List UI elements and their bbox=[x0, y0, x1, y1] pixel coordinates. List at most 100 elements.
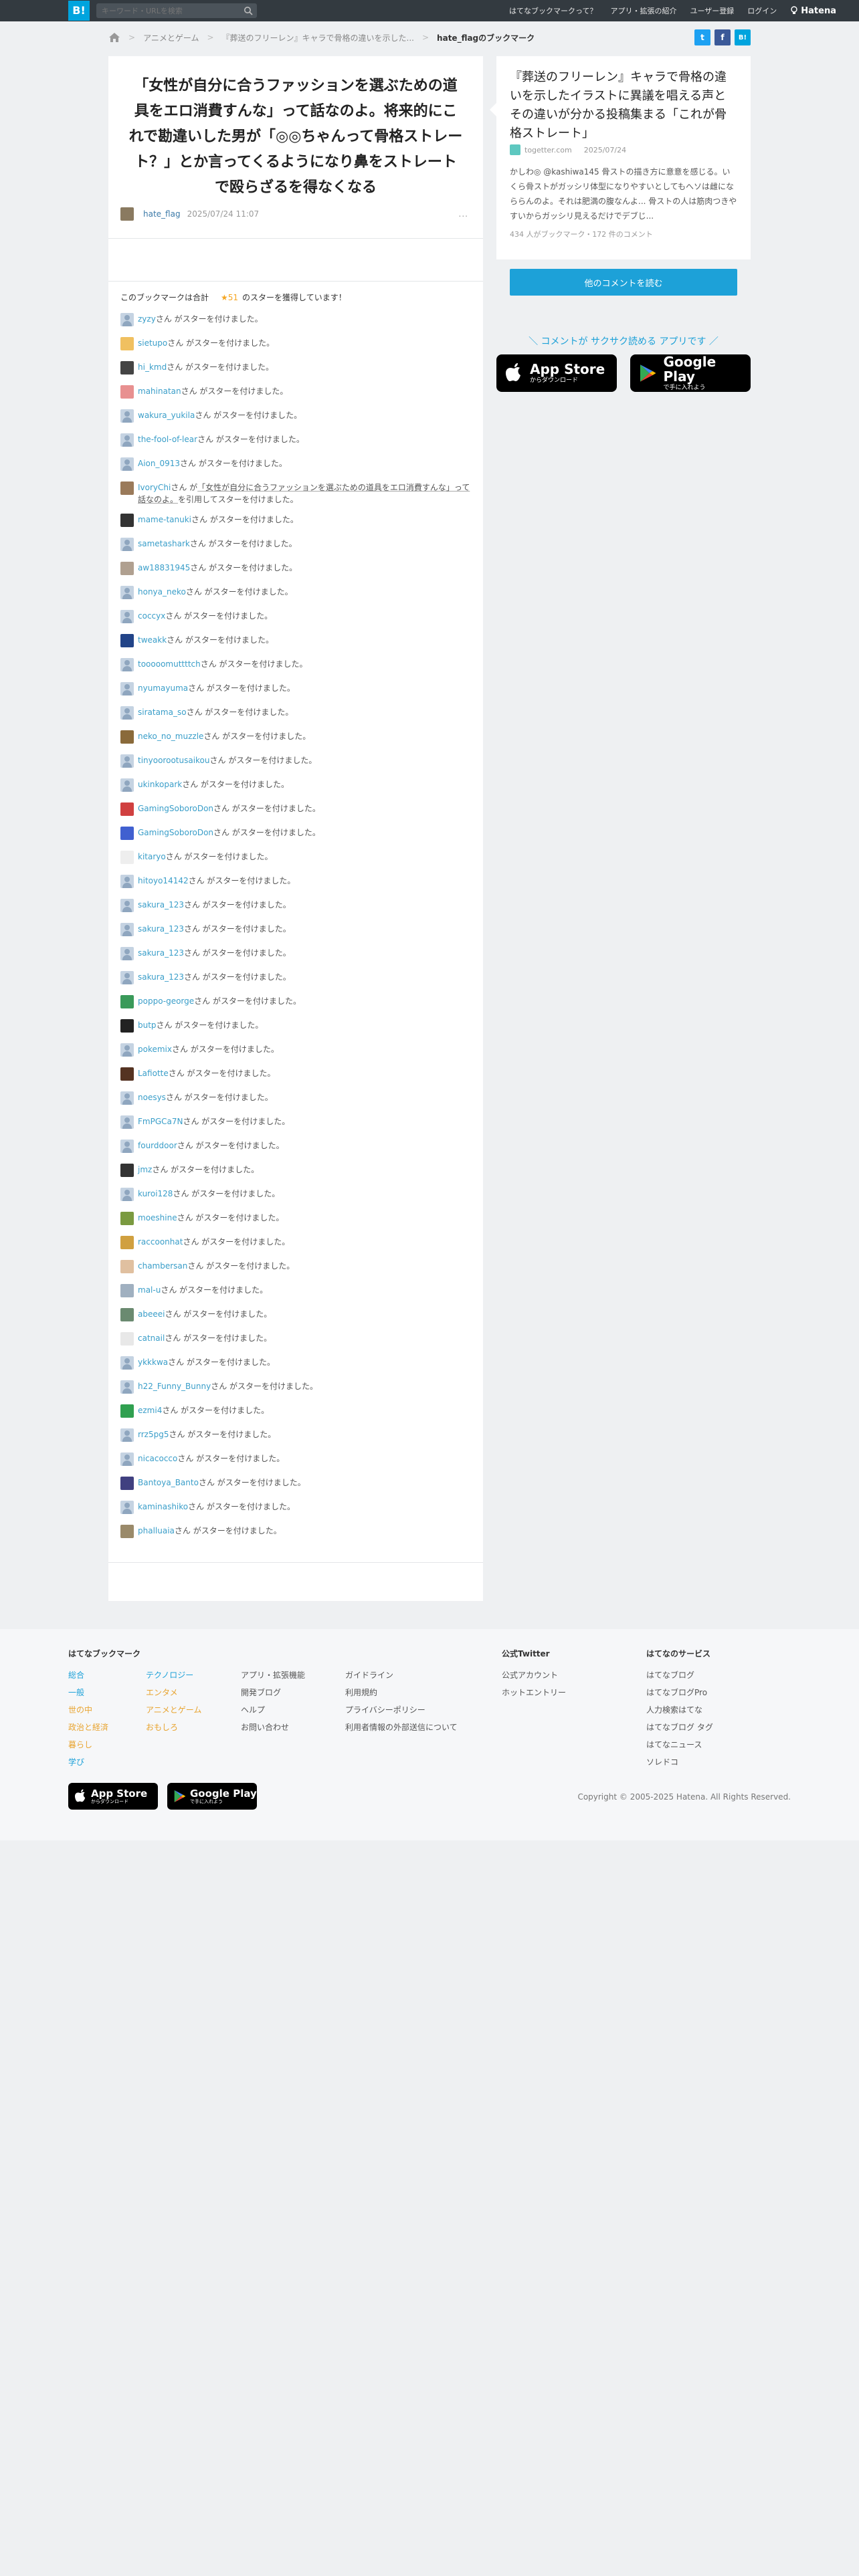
footer-link[interactable]: 公式アカウント bbox=[502, 1667, 566, 1684]
facebook-share-icon[interactable]: f bbox=[714, 29, 731, 45]
star-user-avatar[interactable] bbox=[120, 1067, 134, 1081]
star-user-avatar[interactable] bbox=[120, 634, 134, 647]
star-user-avatar[interactable] bbox=[120, 1043, 134, 1057]
star-user-avatar[interactable] bbox=[120, 923, 134, 936]
entry-domain[interactable]: togetter.com bbox=[524, 146, 572, 154]
user-avatar[interactable] bbox=[120, 207, 134, 221]
entry-counts[interactable]: 434 人がブックマーク・172 件のコメント bbox=[510, 229, 653, 239]
star-user-name[interactable]: sakura_123 bbox=[138, 900, 184, 909]
star-user-avatar[interactable] bbox=[120, 851, 134, 864]
footer-link[interactable]: はてなブログ タグ bbox=[646, 1719, 713, 1736]
star-user-avatar[interactable] bbox=[120, 361, 134, 374]
star-user-name[interactable]: h22_Funny_Bunny bbox=[138, 1382, 211, 1391]
star-user-avatar[interactable] bbox=[120, 1428, 134, 1442]
star-user-name[interactable]: Aion_0913 bbox=[138, 459, 180, 468]
star-user-avatar[interactable] bbox=[120, 538, 134, 551]
star-user-name[interactable]: fourddoor bbox=[138, 1141, 177, 1150]
star-user-name[interactable]: poppo-george bbox=[138, 996, 194, 1006]
nav-apps[interactable]: アプリ・拡張の紹介 bbox=[611, 5, 677, 16]
star-user-avatar[interactable] bbox=[120, 409, 134, 423]
star-user-name[interactable]: mahinatan bbox=[138, 387, 181, 396]
star-user-avatar[interactable] bbox=[120, 1091, 134, 1105]
footer-link[interactable]: アニメとゲーム bbox=[146, 1701, 201, 1719]
star-user-name[interactable]: hi_kmd bbox=[138, 362, 167, 372]
star-user-name[interactable]: tweakk bbox=[138, 635, 167, 645]
footer-app-store-button[interactable]: App Store からダウンロード bbox=[68, 1783, 158, 1810]
star-user-avatar[interactable] bbox=[120, 658, 134, 671]
star-user-name[interactable]: ezmi4 bbox=[138, 1406, 162, 1415]
star-user-name[interactable]: raccoonhat bbox=[138, 1237, 183, 1247]
hatena-brand[interactable]: Hatena bbox=[790, 6, 836, 16]
star-user-avatar[interactable] bbox=[120, 778, 134, 792]
star-user-avatar[interactable] bbox=[120, 481, 134, 495]
footer-link[interactable]: 利用規約 bbox=[345, 1684, 458, 1701]
star-user-avatar[interactable] bbox=[120, 1356, 134, 1370]
star-user-name[interactable]: nicacocco bbox=[138, 1454, 177, 1463]
star-user-avatar[interactable] bbox=[120, 682, 134, 695]
star-user-avatar[interactable] bbox=[120, 1453, 134, 1466]
footer-link[interactable]: プライバシーポリシー bbox=[345, 1701, 458, 1719]
entry-title[interactable]: 『葬送のフリーレン』キャラで骨格の違いを示したイラストに異議を唱える声とその違い… bbox=[496, 56, 751, 140]
star-user-avatar[interactable] bbox=[120, 1188, 134, 1201]
star-user-avatar[interactable] bbox=[120, 899, 134, 912]
footer-link[interactable]: はてなブログPro bbox=[646, 1684, 713, 1701]
star-user-avatar[interactable] bbox=[120, 1236, 134, 1249]
star-user-name[interactable]: chambersan bbox=[138, 1261, 187, 1271]
hatebu-share-icon[interactable]: B! bbox=[735, 29, 751, 45]
footer-link[interactable]: テクノロジー bbox=[146, 1667, 201, 1684]
footer-link[interactable]: 政治と経済 bbox=[68, 1719, 140, 1736]
star-user-name[interactable]: aw18831945 bbox=[138, 563, 190, 572]
star-user-name[interactable]: abeeei bbox=[138, 1309, 165, 1319]
star-user-avatar[interactable] bbox=[120, 1308, 134, 1321]
star-user-name[interactable]: noesys bbox=[138, 1093, 166, 1102]
star-user-name[interactable]: kaminashiko bbox=[138, 1502, 188, 1511]
star-user-avatar[interactable] bbox=[120, 1164, 134, 1177]
star-user-name[interactable]: tinyoorootusaikou bbox=[138, 756, 210, 765]
star-user-avatar[interactable] bbox=[120, 313, 134, 326]
star-user-name[interactable]: sakura_123 bbox=[138, 972, 184, 982]
star-user-avatar[interactable] bbox=[120, 586, 134, 599]
star-user-name[interactable]: tooooomuttttch bbox=[138, 659, 201, 669]
star-user-avatar[interactable] bbox=[120, 1260, 134, 1273]
star-user-name[interactable]: mame-tanuki bbox=[138, 515, 191, 524]
footer-link[interactable]: ホットエントリー bbox=[502, 1684, 566, 1701]
footer-link[interactable]: はてなブログ bbox=[646, 1667, 713, 1684]
star-user-avatar[interactable] bbox=[120, 971, 134, 984]
star-user-name[interactable]: wakura_yukila bbox=[138, 411, 195, 420]
footer-link[interactable]: お問い合わせ bbox=[241, 1719, 305, 1736]
star-user-avatar[interactable] bbox=[120, 802, 134, 816]
star-user-name[interactable]: Bantoya_Banto bbox=[138, 1478, 199, 1487]
star-user-name[interactable]: jmz bbox=[138, 1165, 152, 1174]
search-input[interactable] bbox=[96, 3, 237, 18]
star-user-name[interactable]: ykkkwa bbox=[138, 1358, 168, 1367]
star-user-name[interactable]: moeshine bbox=[138, 1213, 177, 1222]
star-user-name[interactable]: catnail bbox=[138, 1333, 165, 1343]
star-user-avatar[interactable] bbox=[120, 610, 134, 623]
star-user-avatar[interactable] bbox=[120, 1404, 134, 1418]
twitter-share-icon[interactable]: t bbox=[694, 29, 710, 45]
star-user-name[interactable]: kuroi128 bbox=[138, 1189, 173, 1198]
more-menu-icon[interactable]: ... bbox=[459, 209, 468, 219]
footer-link[interactable]: ガイドライン bbox=[345, 1667, 458, 1684]
star-user-name[interactable]: hitoyo14142 bbox=[138, 876, 189, 885]
star-user-name[interactable]: GamingSoboroDon bbox=[138, 804, 213, 813]
star-user-avatar[interactable] bbox=[120, 1477, 134, 1490]
star-user-avatar[interactable] bbox=[120, 1332, 134, 1346]
star-user-name[interactable]: butp bbox=[138, 1021, 157, 1030]
star-user-name[interactable]: honya_neko bbox=[138, 587, 186, 597]
star-user-avatar[interactable] bbox=[120, 514, 134, 527]
hatebu-logo[interactable]: B! bbox=[68, 1, 90, 21]
nav-about[interactable]: はてなブックマークって？ bbox=[509, 5, 597, 16]
star-user-avatar[interactable] bbox=[120, 1140, 134, 1153]
app-store-button[interactable]: App Store からダウンロード bbox=[496, 354, 617, 392]
star-user-name[interactable]: sakura_123 bbox=[138, 948, 184, 958]
star-user-avatar[interactable] bbox=[120, 337, 134, 350]
search-icon[interactable] bbox=[244, 6, 253, 15]
star-user-avatar[interactable] bbox=[120, 562, 134, 575]
star-user-name[interactable]: sietupo bbox=[138, 338, 167, 348]
star-user-name[interactable]: kitaryo bbox=[138, 852, 166, 861]
star-user-avatar[interactable] bbox=[120, 1501, 134, 1514]
footer-link[interactable]: 学び bbox=[68, 1753, 140, 1771]
nav-login[interactable]: ログイン bbox=[747, 5, 777, 16]
star-user-avatar[interactable] bbox=[120, 1212, 134, 1225]
